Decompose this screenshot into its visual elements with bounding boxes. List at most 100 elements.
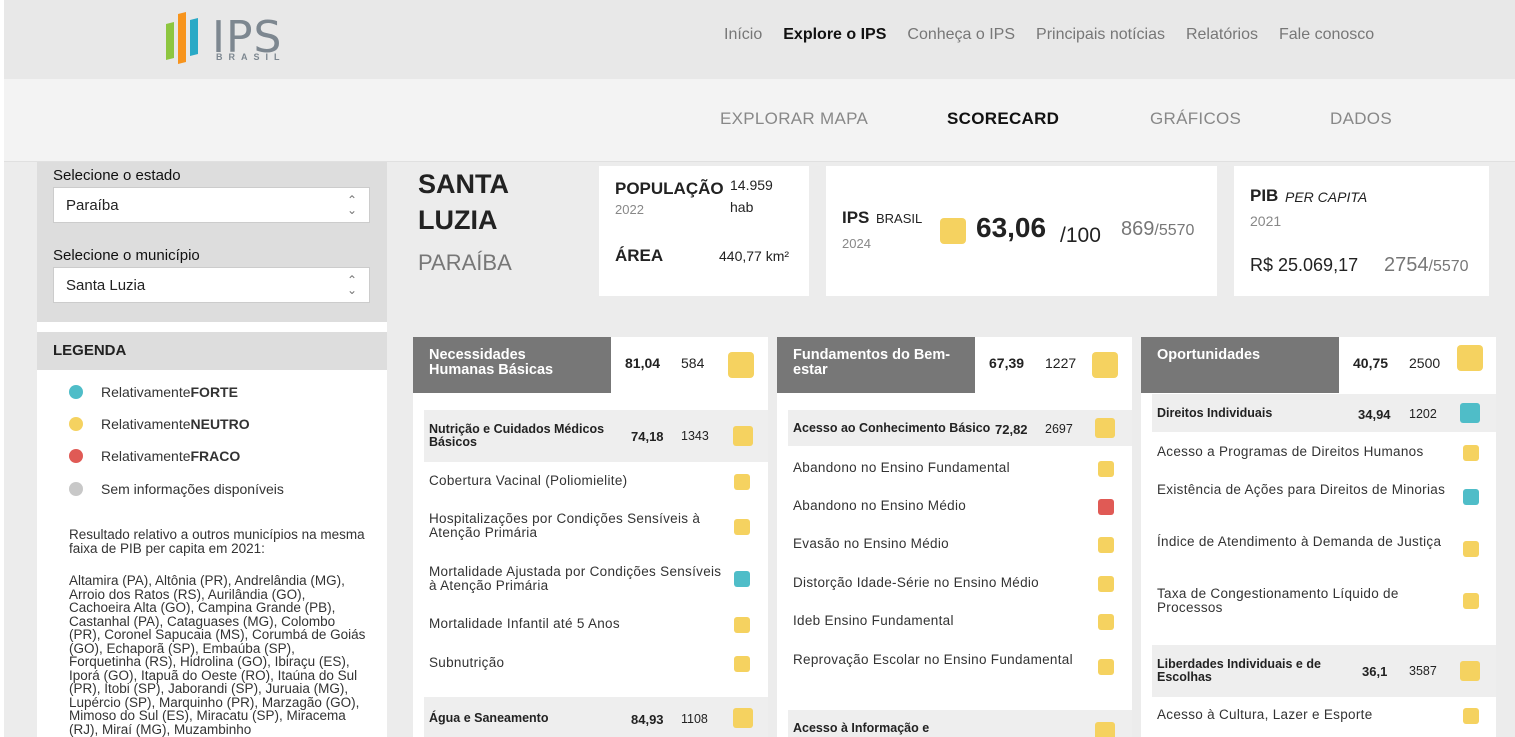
component-title: Nutrição e Cuidados Médicos Básicos [429,422,605,449]
neutro-dot-icon [69,417,83,431]
dimension-rank: 2500 [1409,355,1441,371]
indicator-status-square [1463,541,1479,557]
municipio-value: Santa Luzia [66,277,146,294]
dimension-header[interactable]: Necessidades Humanas Básicas 81,04 584 [413,337,768,393]
nav-explore[interactable]: Explore o IPS [783,26,886,44]
ips-rank-value: 869 [1121,218,1155,240]
city-name-line1: SANTA [418,169,509,199]
component-header[interactable]: Direitos Individuais 34,94 1202 [1152,394,1496,432]
ips-logo-icon [166,12,198,64]
component-status-square [1460,661,1480,681]
indicator-status-square [1463,593,1479,609]
component-score: 84,93 [631,712,664,727]
indicator-status-square [1463,489,1479,505]
indicator-status-square [1098,614,1114,630]
pop-year: 2022 [615,202,644,217]
dimension-header[interactable]: Fundamentos do Bem-estar 67,39 1227 [777,337,1132,393]
pop-label: POPULAÇÃO [615,179,724,198]
indicator-name: Evasão no Ensino Médio [793,536,949,551]
component-header[interactable]: Acesso ao Conhecimento Básico 72,82 2697 [788,410,1132,446]
dimension-header[interactable]: Oportunidades 40,75 2500 [1141,337,1496,393]
main-nav: Início Explore o IPS Conheça o IPS Princ… [724,26,1395,44]
municipio-label: Selecione o município [53,247,200,264]
tab-explorar-mapa[interactable]: EXPLORAR MAPA [720,109,868,129]
nav-relatorios[interactable]: Relatórios [1186,26,1258,44]
component-title: Liberdades Individuais e de Escolhas [1157,657,1321,684]
pop-unit: hab [730,199,754,215]
ips-status-square [940,218,966,244]
legend-bold: NEUTRO [190,416,250,432]
component-header[interactable]: Liberdades Individuais e de Escolhas 36,… [1152,645,1496,697]
estado-select[interactable]: Paraíba ⌃ ⌄ [53,187,370,223]
legend-title: LEGENDA [37,332,387,370]
ips-label-small: BRASIL [876,211,923,226]
selector-panel: Selecione o estado Paraíba ⌃ ⌄ Selecione … [37,162,387,322]
component-status-square [733,708,753,728]
ips-logo[interactable]: IPS BRASIL [164,8,294,66]
indicator-name: Cobertura Vacinal (Poliomielite) [429,473,628,488]
indicator-name: Distorção Idade-Série no Ensino Médio [793,575,1039,590]
dimension-status-square [1457,345,1483,371]
dimension-rank: 584 [681,355,705,371]
component-title: Direitos Individuais [1157,406,1273,420]
component-title: Acesso à Informação e [793,721,930,735]
component-header[interactable]: Água e Saneamento 84,93 1108 [424,697,768,737]
legend-bold: FORTE [190,384,238,400]
component-status-square [733,426,753,446]
legend-text: Relativamente [101,416,191,432]
indicator-name: Subnutrição [429,655,505,670]
ips-rank-total: /5570 [1154,222,1195,239]
estado-value: Paraíba [66,197,119,214]
tab-dados[interactable]: DADOS [1330,109,1392,129]
indicator-status-square [1098,659,1114,675]
indicator-status-square [1098,499,1114,515]
indicator-status-square [734,617,750,633]
indicator-status-square [1098,537,1114,553]
indicator-status-square [1463,708,1479,724]
nav-fale-conosco[interactable]: Fale conosco [1279,26,1374,44]
indicator-name: Abandono no Ensino Fundamental [793,460,1010,475]
tab-graficos[interactable]: GRÁFICOS [1150,109,1241,129]
indicator-name: Mortalidade Ajustada por Condições Sensí… [429,564,722,593]
nav-noticias[interactable]: Principais notícias [1036,26,1165,44]
pib-rank-value: 2754 [1384,254,1429,276]
sidebar: Selecione o estado Paraíba ⌃ ⌄ Selecione … [37,162,387,737]
ips-year: 2024 [842,236,871,251]
dimension-title: Necessidades Humanas Básicas [413,337,611,393]
municipio-select[interactable]: Santa Luzia ⌃ ⌄ [53,267,370,303]
component-title: Acesso ao Conhecimento Básico [793,421,991,435]
nav-inicio[interactable]: Início [724,26,762,44]
tab-scorecard[interactable]: SCORECARD [947,109,1059,129]
estado-label: Selecione o estado [53,167,181,184]
component-status-square [1095,418,1115,438]
nav-conheca[interactable]: Conheça o IPS [907,26,1015,44]
sub-navbar: EXPLORAR MAPA SCORECARD GRÁFICOS DADOS [4,79,1515,162]
indicator-name: Acesso a Programas de Direitos Humanos [1157,444,1424,459]
indicator-name: Existência de Ações para Direitos de Min… [1157,482,1446,497]
component-score: 36,1 [1362,664,1388,679]
dimension-status-square [728,352,754,378]
component-rank: 3587 [1409,664,1437,678]
comparison-note: Resultado relativo a outros municípios n… [69,527,365,556]
legend-bold: FRACO [190,448,241,464]
component-header[interactable]: Acesso à Informação e [788,710,1132,737]
pop-value: 14.959 [730,177,773,193]
select-arrows-icon: ⌃ ⌄ [346,193,357,217]
component-rank: 2697 [1045,422,1073,436]
component-title: Água e Saneamento [429,711,549,725]
component-rank: 1343 [681,429,709,443]
dimension-rank: 1227 [1045,355,1077,371]
pib-card: PIB PER CAPITA 2021 R$ 25.069,17 2754/55… [1234,166,1489,296]
indicator-status-square [734,656,750,672]
legend-text: Relativamente [101,384,191,400]
component-header[interactable]: Nutrição e Cuidados Médicos Básicos 74,1… [424,410,768,462]
pib-value: R$ 25.069,17 [1250,255,1359,275]
indicator-name: Índice de Atendimento à Demanda de Justi… [1157,534,1442,549]
select-arrows-icon: ⌃ ⌄ [346,273,357,297]
legend-text: Sem informações disponíveis [101,481,284,497]
dimension-column-1: Necessidades Humanas Básicas 81,04 584 N… [413,337,768,737]
ips-rank: 869/5570 [1121,218,1194,241]
component-score: 34,94 [1358,407,1391,422]
logo-subtext: BRASIL [216,52,286,62]
indicator-name: Acesso à Cultura, Lazer e Esporte [1157,707,1373,722]
